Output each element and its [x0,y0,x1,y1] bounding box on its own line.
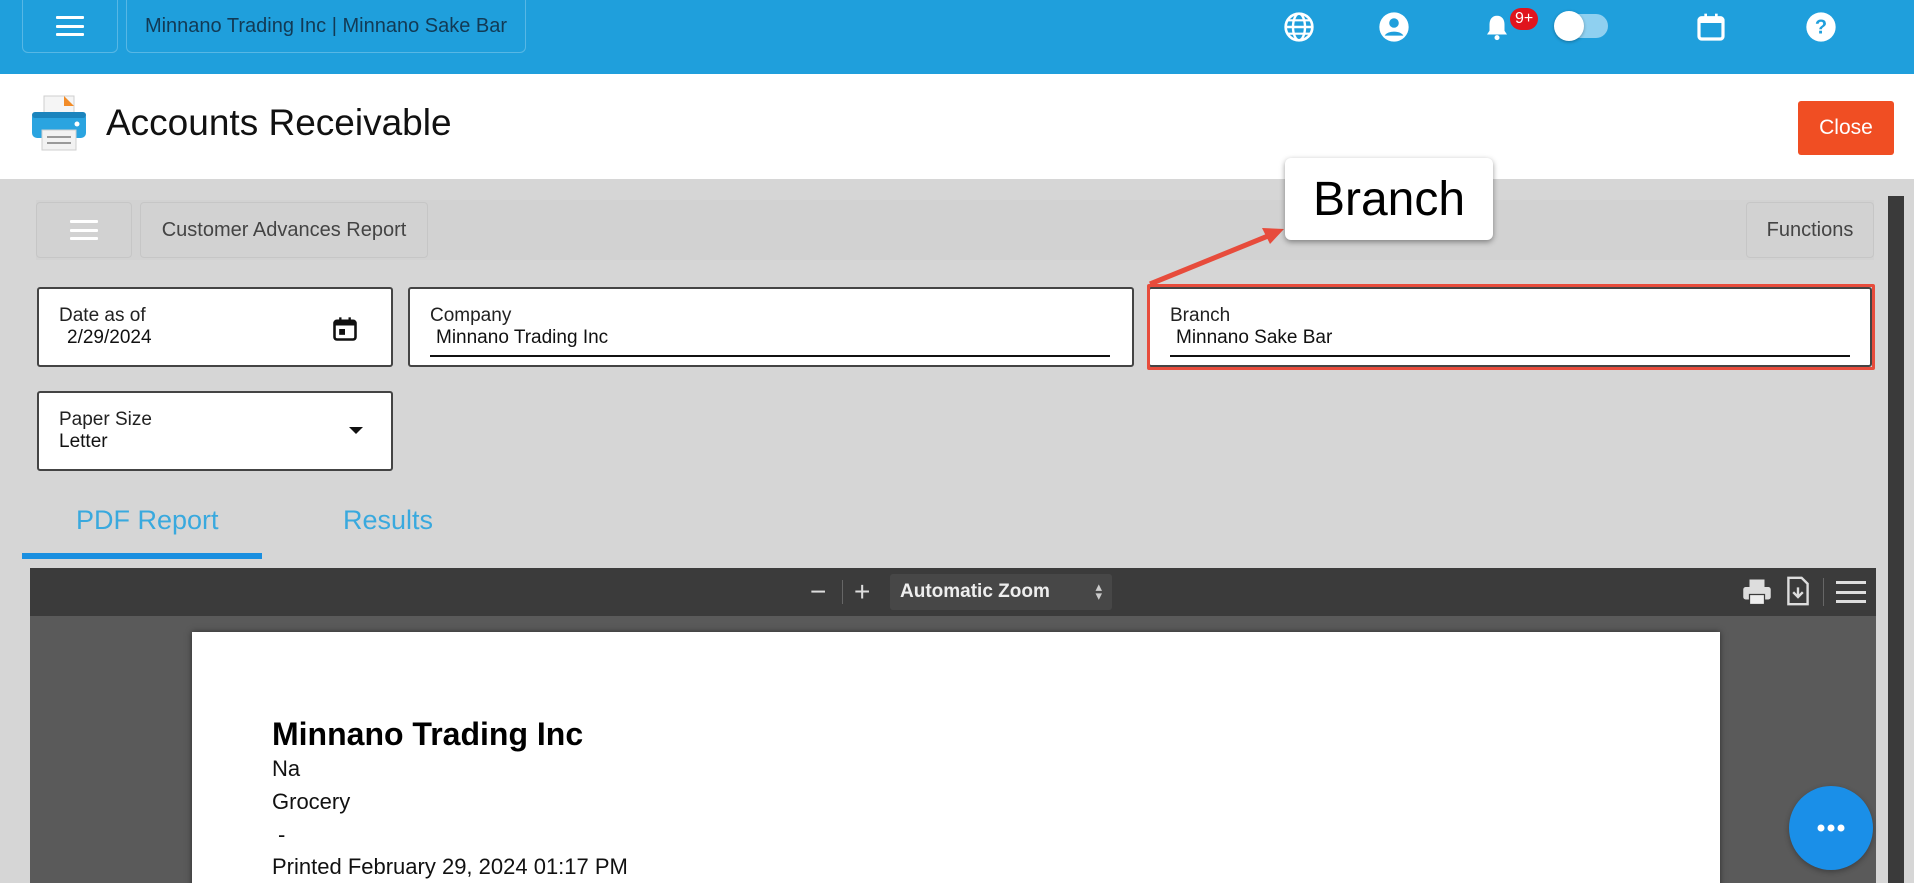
more-icon [1817,824,1845,832]
report-line: - [278,822,286,847]
zoom-out-button[interactable]: − [810,576,826,608]
zoom-in-button[interactable]: + [854,576,870,608]
print-icon[interactable] [1742,578,1772,611]
download-icon[interactable] [1786,576,1810,611]
tab-results[interactable]: Results [343,505,433,536]
pdf-toolbar: − + Automatic Zoom ▴ ▾ [30,568,1876,616]
report-line: Na [272,756,301,781]
pdf-page: Minnano Trading Inc Na Grocery - Printed… [192,632,1720,883]
zoom-value: Automatic Zoom [900,581,1050,602]
active-tab-indicator [22,553,262,559]
tab-pdf-report[interactable]: PDF Report [76,505,219,536]
report-printed-date: Printed February 29, 2024 01:17 PM [272,854,628,879]
report-line: Grocery [272,789,351,814]
more-actions-button[interactable] [1789,786,1873,870]
scrollbar[interactable] [1888,196,1904,883]
select-arrows-icon: ▴ ▾ [1095,579,1102,603]
report-company: Minnano Trading Inc [272,716,584,752]
pdf-viewer: − + Automatic Zoom ▴ ▾ Minnano Trading In… [30,568,1876,883]
zoom-select[interactable]: Automatic Zoom ▴ ▾ [890,574,1112,610]
tools-menu-icon[interactable] [1836,581,1866,603]
branch-callout: Branch [1285,158,1493,240]
